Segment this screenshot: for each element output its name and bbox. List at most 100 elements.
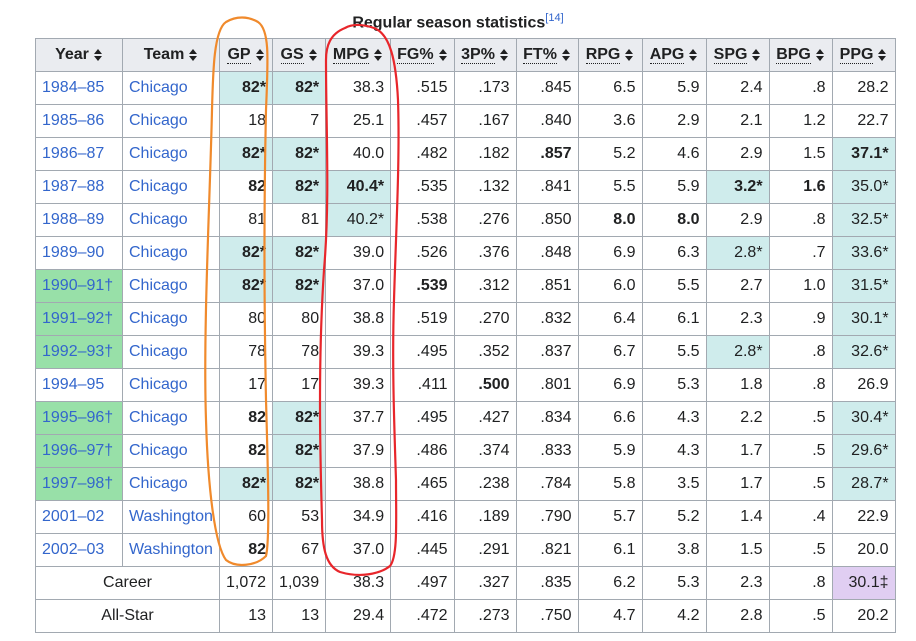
stat-cell: 82* [272, 434, 327, 468]
header-ppg[interactable]: PPG [831, 38, 896, 72]
year-link[interactable]: 1997–98† [35, 467, 123, 501]
year-link[interactable]: 1992–93† [35, 335, 123, 369]
header-gp[interactable]: GP [218, 38, 274, 72]
header-team[interactable]: Team [122, 38, 220, 72]
table-row: 1989–90 Chicago 82* 82* 39.0 .526 .376 .… [35, 236, 896, 270]
table-row: 1987–88 Chicago 82 82* 40.4* .535 .132 .… [35, 170, 896, 204]
stat-cell: 2.2 [705, 401, 770, 435]
sort-arrows-icon[interactable] [188, 48, 198, 61]
header-3p-pct[interactable]: 3P% [453, 38, 517, 72]
stat-cell: 38.8 [325, 467, 392, 501]
stat-cell: 29.6* [831, 434, 896, 468]
stat-cell: 39.0 [325, 236, 392, 270]
table-row: 1997–98† Chicago 82* 82* 38.8 .465 .238 … [35, 467, 896, 501]
year-link[interactable]: 2001–02 [35, 500, 123, 534]
stat-cell: 30.1‡ [831, 566, 896, 600]
stat-cell: .5 [768, 467, 833, 501]
sort-arrows-icon[interactable] [438, 48, 448, 61]
sort-arrows-icon[interactable] [561, 48, 571, 61]
table-row: 1985–86 Chicago 18 7 25.1 .457 .167 .840… [35, 104, 896, 138]
stat-cell: .457 [390, 104, 455, 138]
year-link[interactable]: 1996–97† [35, 434, 123, 468]
sort-arrows-icon[interactable] [308, 48, 318, 61]
stat-cell: .515 [390, 71, 455, 105]
year-link[interactable]: 1994–95 [35, 368, 123, 402]
stat-cell: 7 [272, 104, 327, 138]
stat-cell: 1.2 [768, 104, 833, 138]
stat-cell: 2.4 [705, 71, 770, 105]
year-link[interactable]: 2002–03 [35, 533, 123, 567]
header-gs[interactable]: GS [272, 38, 327, 72]
stat-cell: .750 [515, 599, 579, 633]
stat-cell: 2.1 [705, 104, 770, 138]
team-link[interactable]: Chicago [122, 269, 220, 303]
stat-cell: 82* [218, 71, 274, 105]
team-link[interactable]: Chicago [122, 401, 220, 435]
header-apg[interactable]: APG [641, 38, 707, 72]
team-link[interactable]: Chicago [122, 302, 220, 336]
year-link[interactable]: 1984–85 [35, 71, 123, 105]
team-link[interactable]: Chicago [122, 104, 220, 138]
sort-arrows-icon[interactable] [751, 48, 761, 61]
header-bpg[interactable]: BPG [768, 38, 833, 72]
header-mpg[interactable]: MPG [325, 38, 392, 72]
year-link[interactable]: 1989–90 [35, 236, 123, 270]
team-link[interactable]: Washington [122, 533, 220, 567]
header-spg[interactable]: SPG [705, 38, 770, 72]
team-link[interactable]: Chicago [122, 203, 220, 237]
stat-cell: 26.9 [831, 368, 896, 402]
stat-cell: 5.9 [577, 434, 643, 468]
year-link[interactable]: 1995–96† [35, 401, 123, 435]
stat-cell: 6.6 [577, 401, 643, 435]
header-rpg[interactable]: RPG [577, 38, 643, 72]
stat-cell: .535 [390, 170, 455, 204]
team-link[interactable]: Chicago [122, 170, 220, 204]
year-link[interactable]: 1987–88 [35, 170, 123, 204]
stat-cell: 6.9 [577, 368, 643, 402]
stat-cell: 2.8* [705, 236, 770, 270]
team-link[interactable]: Chicago [122, 236, 220, 270]
sort-arrows-icon[interactable] [877, 48, 887, 61]
stat-cell: 82* [272, 236, 327, 270]
stat-cell: 40.2* [325, 203, 392, 237]
sort-arrows-icon[interactable] [624, 48, 634, 61]
table-row: 1994–95 Chicago 17 17 39.3 .411 .500 .80… [35, 368, 896, 402]
stat-cell: 82* [272, 137, 327, 171]
total-label: All-Star [35, 599, 220, 633]
header-year[interactable]: Year [35, 38, 123, 72]
sort-arrows-icon[interactable] [499, 48, 509, 61]
stat-cell: 82 [218, 170, 274, 204]
sort-arrows-icon[interactable] [93, 48, 103, 61]
year-link[interactable]: 1990–91† [35, 269, 123, 303]
team-link[interactable]: Chicago [122, 137, 220, 171]
sort-arrows-icon[interactable] [255, 48, 265, 61]
caption-reference-link[interactable]: [14] [545, 12, 563, 24]
team-link[interactable]: Chicago [122, 467, 220, 501]
header-ft-pct[interactable]: FT% [515, 38, 579, 72]
team-link[interactable]: Chicago [122, 335, 220, 369]
sort-arrows-icon[interactable] [373, 48, 383, 61]
stat-cell: 82* [218, 467, 274, 501]
sort-arrows-icon[interactable] [688, 48, 698, 61]
header-fg-pct[interactable]: FG% [390, 38, 455, 72]
team-link[interactable]: Chicago [122, 434, 220, 468]
team-link[interactable]: Chicago [122, 71, 220, 105]
year-link[interactable]: 1985–86 [35, 104, 123, 138]
stat-cell: 5.7 [577, 500, 643, 534]
stat-cell: 78 [218, 335, 274, 369]
stat-cell: 18 [218, 104, 274, 138]
team-link[interactable]: Washington [122, 500, 220, 534]
stat-cell: 37.9 [325, 434, 392, 468]
sort-arrows-icon[interactable] [815, 48, 825, 61]
stat-cell: 4.6 [641, 137, 707, 171]
year-link[interactable]: 1991–92† [35, 302, 123, 336]
stat-cell: 82* [272, 170, 327, 204]
stat-cell: 1.5 [705, 533, 770, 567]
year-link[interactable]: 1988–89 [35, 203, 123, 237]
stat-cell: 5.3 [641, 368, 707, 402]
year-link[interactable]: 1986–87 [35, 137, 123, 171]
stat-cell: 28.2 [831, 71, 896, 105]
stat-cell: .495 [390, 335, 455, 369]
stat-cell: 82* [272, 401, 327, 435]
team-link[interactable]: Chicago [122, 368, 220, 402]
